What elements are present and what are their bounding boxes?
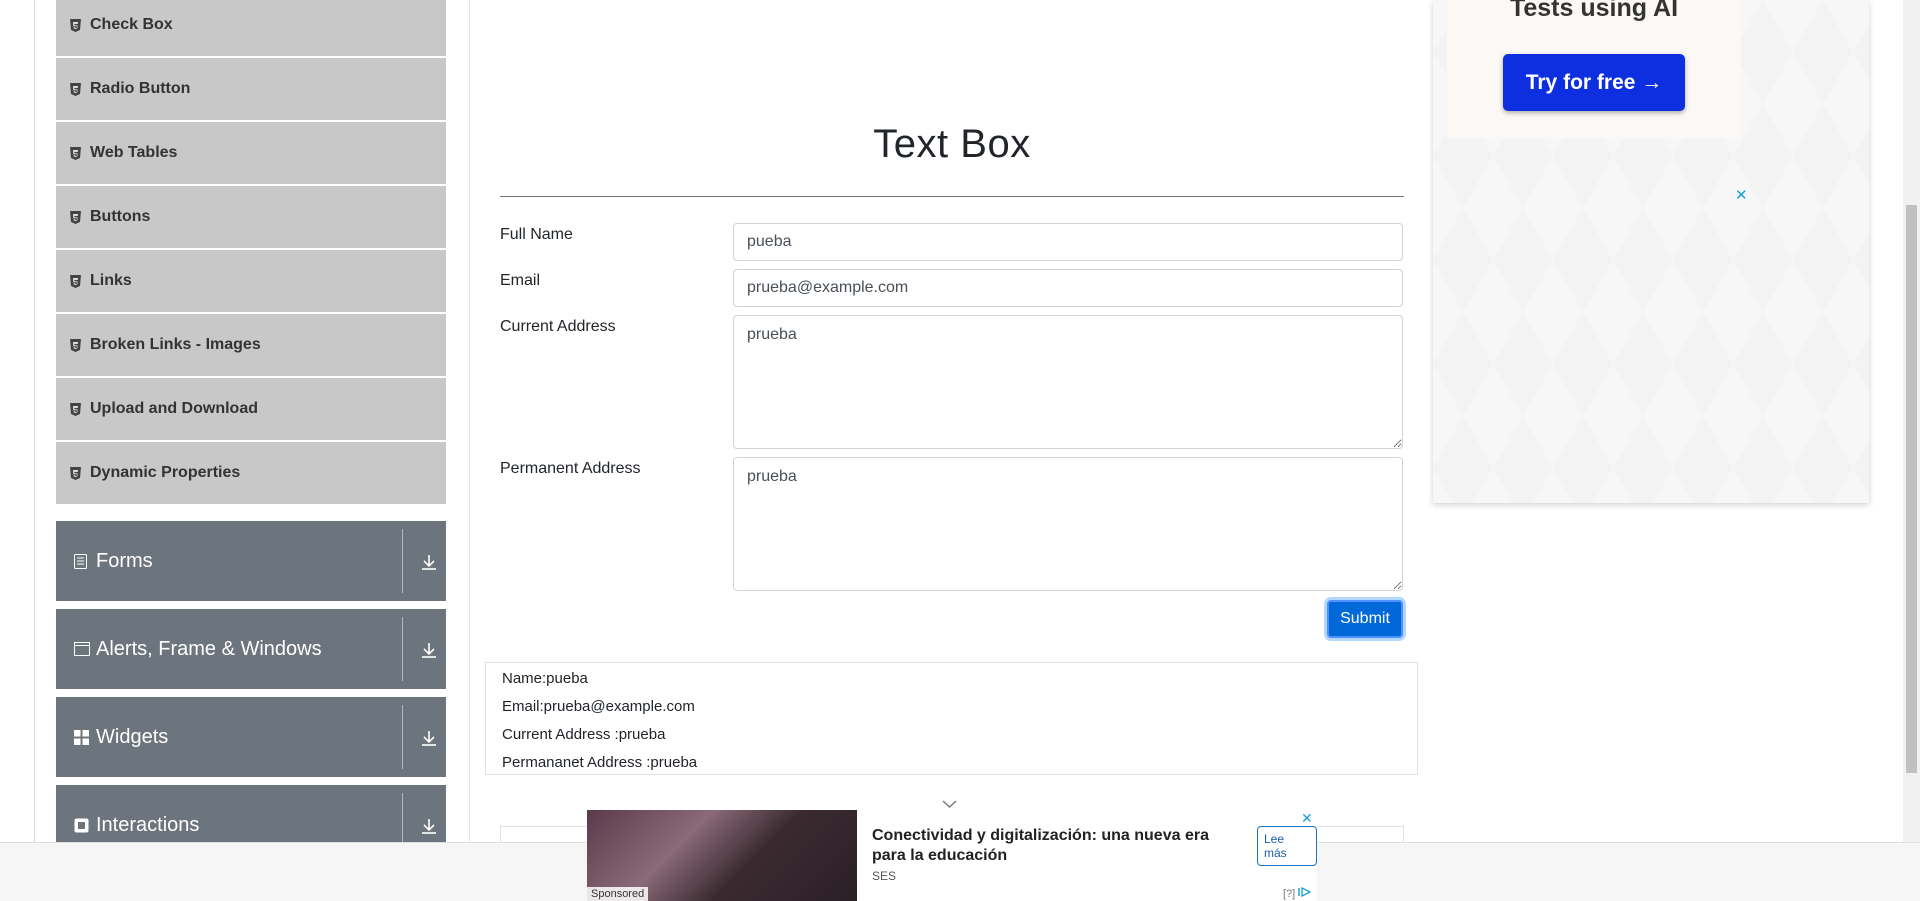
read-more-button[interactable]: Lee más bbox=[1257, 826, 1317, 866]
current-address-label: Current Address bbox=[500, 318, 616, 335]
sidebar-item-label: Radio Button bbox=[90, 80, 191, 97]
permanent-address-textarea[interactable]: prueba bbox=[733, 457, 1403, 591]
ad-source: SES bbox=[872, 869, 897, 883]
sidebar-item-broken-links[interactable]: Broken Links - Images bbox=[56, 314, 446, 376]
html5-icon bbox=[70, 466, 84, 480]
html5-icon bbox=[70, 82, 84, 96]
email-label: Email bbox=[500, 272, 541, 289]
widgets-icon bbox=[74, 729, 90, 745]
submit-button[interactable]: Submit bbox=[1327, 600, 1403, 638]
group-label: Alerts, Frame & Windows bbox=[96, 637, 322, 660]
current-address-textarea[interactable]: prueba bbox=[733, 315, 1403, 449]
email-input[interactable] bbox=[733, 269, 1403, 307]
sidebar-divider bbox=[469, 0, 470, 842]
group-label: Interactions bbox=[96, 813, 200, 836]
output-current-address: Current Address :prueba bbox=[502, 726, 666, 743]
html5-icon bbox=[70, 146, 84, 160]
sidebar-item-label: Check Box bbox=[90, 16, 173, 33]
page: Check Box Radio Button Web Tables Button… bbox=[0, 0, 1920, 901]
sidebar-item-label: Broken Links - Images bbox=[90, 336, 261, 353]
download-arrow-icon[interactable] bbox=[419, 639, 439, 661]
try-free-button[interactable]: Try for free → bbox=[1503, 54, 1685, 111]
close-icon[interactable]: ✕ bbox=[1301, 810, 1313, 827]
output-panel: Name:pueba Email:prueba@example.com Curr… bbox=[485, 662, 1418, 775]
ad-headline: Tests using AI bbox=[1509, 0, 1679, 22]
sidebar-group-forms[interactable]: Forms bbox=[56, 521, 446, 601]
adchoices-icon bbox=[1298, 886, 1312, 898]
download-arrow-icon[interactable] bbox=[419, 815, 439, 837]
sidebar-item-label: Web Tables bbox=[90, 144, 178, 161]
download-arrow-icon[interactable] bbox=[419, 727, 439, 749]
sidebar-item-buttons[interactable]: Buttons bbox=[56, 186, 446, 248]
bottom-ad[interactable]: Sponsored Conectividad y digitalización:… bbox=[587, 810, 1317, 901]
html5-icon bbox=[70, 18, 84, 32]
group-separator bbox=[402, 705, 403, 769]
left-border bbox=[34, 0, 35, 842]
sidebar-item-label: Dynamic Properties bbox=[90, 464, 241, 481]
download-arrow-icon[interactable] bbox=[419, 551, 439, 573]
html5-icon bbox=[70, 338, 84, 352]
sidebar-item-label: Upload and Download bbox=[90, 400, 258, 417]
form-icon bbox=[74, 553, 90, 569]
output-email: Email:prueba@example.com bbox=[502, 698, 695, 715]
html5-icon bbox=[70, 274, 84, 288]
full-name-input[interactable] bbox=[733, 223, 1403, 261]
full-name-label: Full Name bbox=[500, 226, 573, 243]
ad-image[interactable]: Sponsored bbox=[587, 810, 857, 901]
window-icon bbox=[74, 642, 90, 656]
title-divider bbox=[500, 196, 1404, 197]
ad-info-icon[interactable]: [?] bbox=[1283, 886, 1312, 900]
group-separator bbox=[402, 529, 403, 593]
sponsored-label: Sponsored bbox=[587, 887, 649, 901]
html5-icon bbox=[70, 402, 84, 416]
group-label: Widgets bbox=[96, 725, 169, 748]
scrollbar-thumb[interactable] bbox=[1906, 205, 1917, 773]
sidebar-item-upload-download[interactable]: Upload and Download bbox=[56, 378, 446, 440]
ad-panel: Tests using AI Try for free → ✕ bbox=[1433, 0, 1869, 503]
group-label: Forms bbox=[96, 549, 153, 572]
permanent-address-label: Permanent Address bbox=[500, 460, 641, 477]
sidebar-item-check-box[interactable]: Check Box bbox=[56, 0, 446, 56]
page-title: Text Box bbox=[873, 122, 1031, 166]
html5-icon bbox=[70, 210, 84, 224]
sidebar-item-links[interactable]: Links bbox=[56, 250, 446, 312]
sidebar-item-dynamic-properties[interactable]: Dynamic Properties bbox=[56, 442, 446, 504]
ad-banner: Tests using AI Try for free → bbox=[1447, 0, 1741, 138]
output-permanent-address: Permananet Address :prueba bbox=[502, 754, 698, 771]
ad-title[interactable]: Conectividad y digitalización: una nueva… bbox=[872, 826, 1232, 866]
group-separator bbox=[402, 617, 403, 681]
close-icon[interactable]: ✕ bbox=[1735, 186, 1748, 204]
sidebar-item-label: Buttons bbox=[90, 208, 151, 225]
sidebar-group-widgets[interactable]: Widgets bbox=[56, 697, 446, 777]
output-name: Name:pueba bbox=[502, 670, 588, 687]
sidebar-group-alerts[interactable]: Alerts, Frame & Windows bbox=[56, 609, 446, 689]
sidebar-item-radio-button[interactable]: Radio Button bbox=[56, 58, 446, 120]
ad-info-text: [?] bbox=[1283, 888, 1296, 900]
interactions-icon bbox=[74, 818, 90, 833]
sidebar-item-web-tables[interactable]: Web Tables bbox=[56, 122, 446, 184]
sidebar-item-label: Links bbox=[90, 272, 132, 289]
